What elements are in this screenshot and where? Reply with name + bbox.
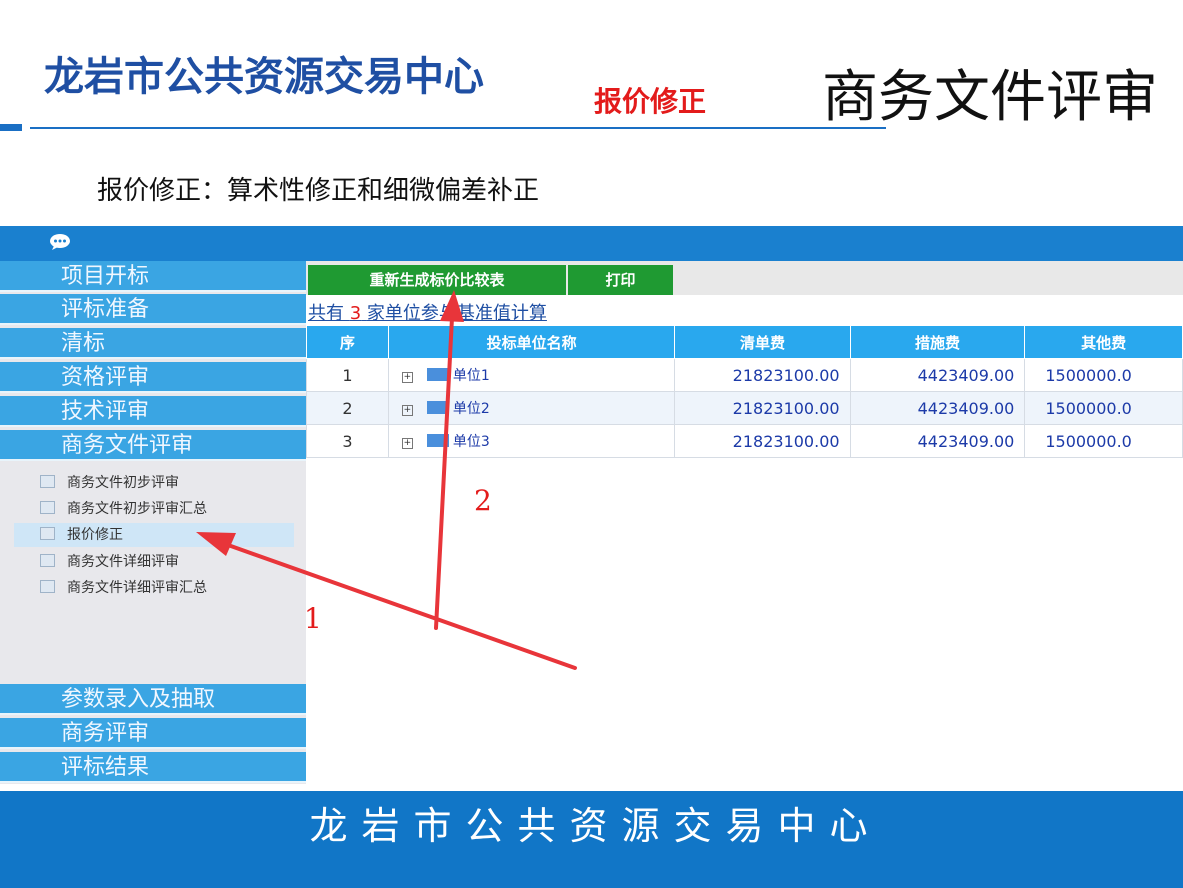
sidebar-sub-label: 商务文件详细评审	[67, 554, 179, 570]
cell-other-fee: 1500000.0	[1024, 424, 1183, 458]
bidder-name-text: 单位2	[452, 401, 490, 417]
sidebar-sub-commercial-prelim-review[interactable]: 商务文件初步评审	[14, 471, 294, 495]
sidebar-item-qualification-review[interactable]: 资格评审	[0, 362, 306, 393]
cell-list-fee: 21823100.00	[674, 391, 851, 425]
header-rule	[30, 127, 886, 129]
expand-icon[interactable]: +	[401, 405, 413, 416]
sidebar-sub-commercial-detail-summary[interactable]: 商务文件详细评审汇总	[14, 576, 294, 600]
cell-other-fee: 1500000.0	[1024, 358, 1183, 392]
sidebar-item-evaluation-result[interactable]: 评标结果	[0, 752, 306, 783]
sidebar-item-commercial-doc-review[interactable]: 商务文件评审	[0, 430, 306, 461]
folder-icon	[426, 368, 449, 381]
org-title: 龙岩市公共资源交易中心	[44, 54, 484, 100]
main-panel: 重新生成标价比较表 打印 共有 3 家单位参与基准值计算 序 投标单位名称 清单…	[306, 261, 1183, 784]
sidebar-sub-commercial-detail-review[interactable]: 商务文件详细评审	[14, 550, 294, 574]
cell-list-fee: 21823100.00	[674, 358, 851, 392]
app-topbar	[0, 226, 1183, 261]
cell-measure-fee: 4423409.00	[849, 424, 1026, 458]
chat-bubble-icon[interactable]	[48, 233, 72, 250]
cell-measure-fee: 4423409.00	[849, 358, 1026, 392]
annotation-step-2: 2	[474, 484, 492, 517]
toolbar: 重新生成标价比较表 打印	[306, 261, 1183, 295]
sidebar: 项目开标 评标准备 清标 资格评审 技术评审 商务文件评审 商务文件初步评审 商…	[0, 261, 306, 784]
sidebar-sub-label: 商务文件详细评审汇总	[67, 580, 207, 596]
cell-other-fee: 1500000.0	[1024, 391, 1183, 425]
expand-icon[interactable]: +	[401, 372, 413, 383]
sidebar-item-technical-review[interactable]: 技术评审	[0, 396, 306, 427]
cell-list-fee: 21823100.00	[674, 424, 851, 458]
slide-caption: 报价修正：算术性修正和细微偏差补正	[97, 176, 540, 206]
document-icon	[40, 527, 55, 540]
sidebar-item-bid-clearing[interactable]: 清标	[0, 328, 306, 359]
price-table: 序 投标单位名称 清单费 措施费 其他费 1 + 单位1 21823100.00 …	[306, 325, 1183, 458]
print-button[interactable]: 打印	[568, 265, 673, 295]
col-header-list-fee: 清单费	[674, 325, 851, 359]
sidebar-sub-label: 报价修正	[67, 527, 123, 543]
cell-seq: 1	[306, 358, 389, 392]
document-icon	[40, 554, 55, 567]
cell-seq: 2	[306, 391, 389, 425]
summary-suffix: 家单位参与基准值计算	[366, 303, 547, 324]
cell-seq: 3	[306, 424, 389, 458]
sidebar-item-project-opening[interactable]: 项目开标	[0, 261, 306, 292]
col-header-bidder-name: 投标单位名称	[387, 325, 676, 359]
sidebar-item-evaluation-prep[interactable]: 评标准备	[0, 294, 306, 325]
cell-bidder-name: + 单位1	[387, 358, 676, 392]
summary-link[interactable]: 共有 3 家单位参与基准值计算	[308, 299, 547, 325]
document-icon	[40, 580, 55, 593]
table-row[interactable]: 3 + 单位3 21823100.00 4423409.00 1500000.0	[306, 424, 1183, 458]
regenerate-price-comparison-button[interactable]: 重新生成标价比较表	[308, 265, 566, 295]
document-icon	[40, 475, 55, 488]
document-icon	[40, 501, 55, 514]
folder-icon	[426, 434, 449, 447]
table-row[interactable]: 2 + 单位2 21823100.00 4423409.00 1500000.0	[306, 391, 1183, 425]
sidebar-item-commercial-review[interactable]: 商务评审	[0, 718, 306, 749]
bidder-name-text: 单位3	[452, 434, 490, 450]
sidebar-sub-price-correction[interactable]: 报价修正	[14, 523, 294, 547]
sidebar-sub-commercial-prelim-summary[interactable]: 商务文件初步评审汇总	[14, 497, 294, 521]
sidebar-item-param-entry[interactable]: 参数录入及抽取	[0, 684, 306, 715]
cell-bidder-name: + 单位3	[387, 424, 676, 458]
cell-measure-fee: 4423409.00	[849, 391, 1026, 425]
summary-count: 3	[349, 303, 362, 324]
col-header-seq: 序	[306, 325, 389, 359]
page-heading: 商务文件评审	[822, 65, 1158, 130]
footer-bar: 龙岩市公共资源交易中心	[0, 791, 1183, 888]
bidder-name-text: 单位1	[452, 368, 490, 384]
cell-bidder-name: + 单位2	[387, 391, 676, 425]
table-row[interactable]: 1 + 单位1 21823100.00 4423409.00 1500000.0	[306, 358, 1183, 392]
section-tag: 报价修正	[594, 85, 707, 118]
expand-icon[interactable]: +	[401, 438, 413, 449]
summary-prefix: 共有	[308, 303, 344, 324]
annotation-step-1: 1	[304, 602, 322, 635]
table-header-row: 序 投标单位名称 清单费 措施费 其他费	[306, 325, 1183, 359]
header-rule-accent	[0, 124, 22, 131]
col-header-other-fee: 其他费	[1024, 325, 1183, 359]
sidebar-sub-label: 商务文件初步评审	[67, 475, 179, 491]
folder-icon	[426, 401, 449, 414]
sidebar-sub-label: 商务文件初步评审汇总	[67, 501, 207, 517]
footer-title: 龙岩市公共资源交易中心	[309, 804, 882, 848]
col-header-measure-fee: 措施费	[849, 325, 1026, 359]
